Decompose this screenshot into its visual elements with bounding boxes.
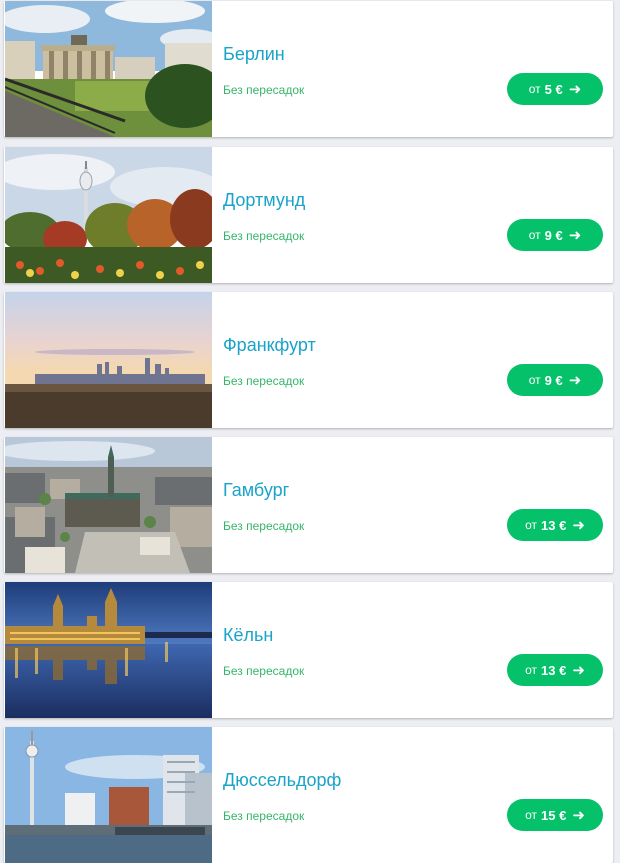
price-value: 13 € [541, 662, 567, 678]
stops-label: Без пересадок [223, 664, 305, 678]
price-button-berlin[interactable]: от 5 € ➜ [507, 73, 603, 105]
destination-card-frankfurt[interactable]: Франкфурт Без пересадок от 9 € ➜ [4, 292, 613, 428]
price-from-label: от [525, 808, 537, 822]
city-name: Франкфурт [223, 335, 316, 355]
price-from-label: от [528, 82, 541, 96]
price-value: 13 € [541, 517, 567, 533]
dortmund-photo [5, 147, 212, 283]
destination-card-hamburg[interactable]: Гамбург Без пересадок от 13 € ➜ [4, 437, 613, 573]
city-name: Дортмунд [223, 190, 306, 210]
stops-label: Без пересадок [223, 519, 305, 533]
dusseldorf-photo [5, 727, 212, 863]
berlin-photo [5, 1, 212, 137]
price-value: 15 € [541, 807, 567, 823]
hamburg-photo [5, 437, 212, 573]
arrow-right-icon: ➜ [568, 81, 582, 98]
city-name: Дюссельдорф [223, 770, 342, 790]
frankfurt-photo [5, 292, 212, 428]
price-value: 9 € [544, 227, 563, 243]
price-button-dusseldorf[interactable]: от 15 € ➜ [507, 799, 603, 831]
city-name: Кёльн [223, 625, 274, 645]
stops-label: Без пересадок [223, 229, 305, 243]
price-from-label: от [525, 518, 537, 532]
price-from-label: от [528, 228, 541, 242]
destination-card-berlin[interactable]: Берлин Без пересадок от 5 € ➜ [4, 1, 613, 137]
arrow-right-icon: ➜ [568, 227, 582, 244]
city-name: Гамбург [223, 480, 290, 500]
arrow-right-icon: ➜ [568, 372, 582, 389]
stops-label: Без пересадок [223, 83, 305, 97]
stops-label: Без пересадок [223, 374, 305, 388]
destination-card-dortmund[interactable]: Дортмунд Без пересадок от 9 € ➜ [4, 147, 613, 283]
price-button-hamburg[interactable]: от 13 € ➜ [507, 509, 603, 541]
price-value: 5 € [544, 81, 563, 97]
price-button-dortmund[interactable]: от 9 € ➜ [507, 219, 603, 251]
price-from-label: от [528, 373, 541, 387]
arrow-right-icon: ➜ [572, 517, 585, 534]
price-value: 9 € [544, 372, 563, 388]
koln-photo [5, 582, 212, 718]
arrow-right-icon: ➜ [572, 807, 585, 824]
price-from-label: от [525, 663, 537, 677]
destination-card-koln[interactable]: Кёльн Без пересадок от 13 € ➜ [4, 582, 613, 718]
city-name: Берлин [223, 44, 285, 64]
destination-card-dusseldorf[interactable]: Дюссельдорф Без пересадок от 15 € ➜ [4, 727, 613, 863]
stops-label: Без пересадок [223, 809, 305, 823]
price-button-koln[interactable]: от 13 € ➜ [507, 654, 603, 686]
arrow-right-icon: ➜ [572, 662, 585, 679]
price-button-frankfurt[interactable]: от 9 € ➜ [507, 364, 603, 396]
